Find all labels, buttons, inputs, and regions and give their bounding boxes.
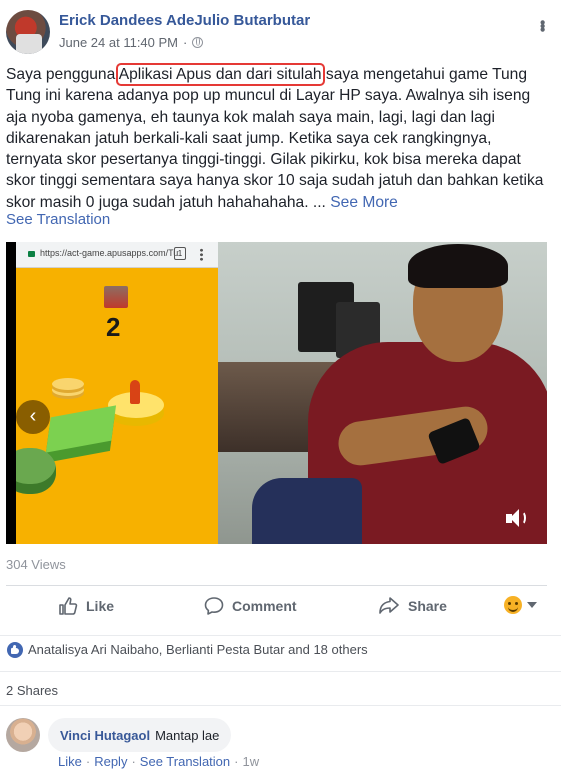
browser-menu-icon bbox=[200, 248, 203, 261]
comment-icon bbox=[204, 597, 224, 615]
post-author-name[interactable]: Erick Dandees AdeJulio Butarbutar bbox=[59, 12, 310, 29]
post-text-after: saya mengetahui game Tung Tung ini karen… bbox=[6, 66, 544, 211]
person-hair bbox=[408, 244, 508, 288]
comment-reply-link[interactable]: Reply bbox=[94, 754, 127, 769]
volume-icon[interactable] bbox=[504, 506, 528, 530]
shares-summary: 2 Shares bbox=[0, 671, 561, 705]
game-player-avatar bbox=[104, 286, 128, 308]
comment-dot-2: · bbox=[131, 754, 136, 769]
comment-button[interactable]: Comment bbox=[204, 596, 297, 616]
url-text: https://act-game.apusapps.com/Tu bbox=[40, 248, 179, 258]
comment-actions: Like · Reply · See Translation · 1w bbox=[58, 754, 259, 769]
game-score: 2 bbox=[106, 312, 121, 342]
share-arrow-icon bbox=[379, 597, 399, 614]
commenter-avatar[interactable] bbox=[6, 718, 40, 752]
reactions-summary: Anatalisya Ari Naibaho, Berlianti Pesta … bbox=[0, 635, 561, 663]
game-pawn bbox=[130, 380, 140, 404]
comment-label: Comment bbox=[232, 598, 297, 614]
lock-icon bbox=[28, 251, 35, 257]
video-camera-scene bbox=[218, 242, 547, 544]
game-drum-platform bbox=[16, 448, 56, 494]
post-timestamp[interactable]: June 24 at 11:40 PM bbox=[59, 35, 178, 50]
comment-dot-1: · bbox=[85, 754, 91, 769]
post-header: Erick Dandees AdeJulio Butarbutar June 2… bbox=[0, 0, 561, 62]
comment-bubble: Vinci Hutagaol Mantap lae bbox=[48, 718, 232, 752]
more-options-icon[interactable]: ••• bbox=[533, 20, 551, 31]
game-green-platform bbox=[45, 405, 117, 453]
highlighted-phrase: Aplikasi Apus dan dari situlah bbox=[115, 63, 325, 86]
like-label: Like bbox=[86, 598, 115, 614]
post-action-bar: Like Comment Share bbox=[6, 585, 547, 625]
see-translation-link[interactable]: See Translation bbox=[6, 211, 110, 228]
comment-see-translation-link[interactable]: See Translation bbox=[140, 754, 230, 769]
commenter-name[interactable]: Vinci Hutagaol bbox=[60, 728, 150, 743]
smiley-face-icon bbox=[504, 596, 522, 614]
phone-screen-recording: https://act-game.apusapps.com/Tu 1 2 bbox=[16, 242, 218, 544]
share-label: Share bbox=[408, 598, 447, 614]
see-more-link[interactable]: See More bbox=[330, 194, 398, 211]
globe-icon bbox=[192, 37, 204, 48]
comment-like-link[interactable]: Like bbox=[58, 754, 82, 769]
person-jeans bbox=[252, 478, 362, 544]
caret-down-icon bbox=[527, 602, 537, 608]
like-button[interactable]: Like bbox=[58, 596, 114, 616]
post-meta: June 24 at 11:40 PM · bbox=[59, 35, 204, 50]
game-cake-platform bbox=[52, 378, 84, 390]
reaction-picker[interactable] bbox=[504, 596, 537, 614]
comment-text: Mantap lae bbox=[155, 727, 220, 743]
thumbs-up-icon bbox=[59, 597, 78, 615]
post-text: Saya pengguna Aplikasi Apus dan dari sit… bbox=[6, 63, 546, 213]
reactions-names[interactable]: Anatalisya Ari Naibaho, Berlianti Pesta … bbox=[28, 642, 368, 657]
comment-time: 1w bbox=[242, 754, 260, 769]
shares-count[interactable]: 2 Shares bbox=[6, 683, 58, 698]
video-views: 304 Views bbox=[6, 557, 66, 572]
comment-section: Vinci Hutagaol Mantap lae Like · Reply ·… bbox=[0, 705, 561, 782]
like-reaction-icon bbox=[7, 642, 23, 658]
previous-arrow-icon[interactable]: ‹ bbox=[16, 400, 50, 434]
share-button[interactable]: Share bbox=[378, 596, 447, 616]
comment-dot-3: · bbox=[234, 754, 239, 769]
tabs-icon: 1 bbox=[174, 247, 186, 260]
video-player[interactable]: https://act-game.apusapps.com/Tu 1 2 ‹ bbox=[6, 242, 547, 544]
author-avatar[interactable] bbox=[6, 10, 50, 54]
meta-separator: · bbox=[183, 35, 188, 50]
browser-address-bar: https://act-game.apusapps.com/Tu 1 bbox=[16, 242, 218, 268]
post-text-before: Saya pengguna bbox=[6, 66, 119, 83]
